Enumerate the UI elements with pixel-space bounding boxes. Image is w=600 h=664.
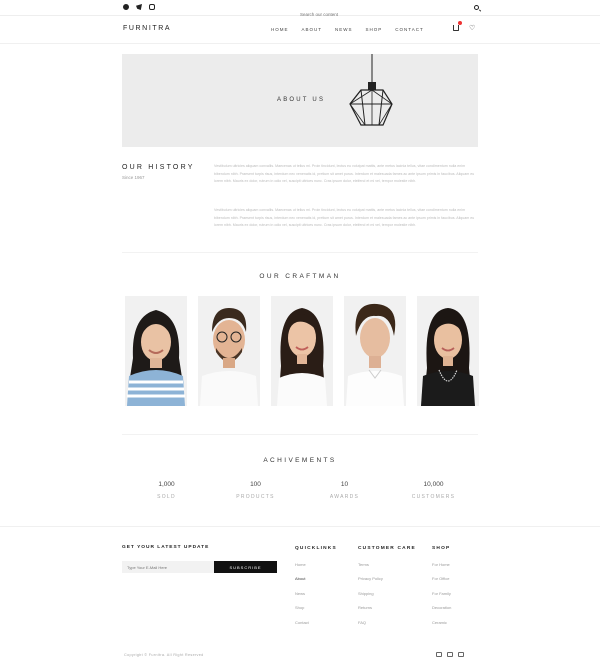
stat-value: 1,000: [158, 481, 175, 488]
footer-link-terms[interactable]: Terms: [358, 562, 416, 576]
stat-value: 10: [340, 481, 349, 488]
nav-news[interactable]: NEWS: [335, 27, 353, 32]
top-bar: [0, 0, 600, 20]
cart-badge: [458, 21, 462, 25]
instagram-icon[interactable]: [149, 4, 155, 10]
search-icon[interactable]: [474, 5, 479, 10]
footer-link-home[interactable]: Home: [295, 562, 337, 576]
stat-label: PRODUCTS: [236, 494, 275, 500]
nav-shop[interactable]: SHOP: [366, 27, 383, 32]
craftman-photo[interactable]: [271, 296, 333, 406]
achievements-title: ACHIVEMENTS: [263, 457, 337, 464]
stat-value: 10,000: [423, 481, 444, 488]
stat-label: CUSTOMERS: [411, 494, 456, 500]
newsletter-email-input[interactable]: [122, 561, 214, 573]
stat-sold: 1,000 SOLD: [122, 481, 211, 500]
craftman-photo[interactable]: [344, 296, 406, 406]
twitter-icon[interactable]: [136, 4, 142, 10]
pendant-lamp-image: [349, 54, 393, 126]
footer-link-privacy[interactable]: Privacy Policy: [358, 576, 416, 590]
footer-link-contact[interactable]: Contact: [295, 620, 337, 634]
footer-link-shop[interactable]: Shop: [295, 605, 337, 619]
copyright-text: Copyright © Furnitra. All Right Reserved: [124, 653, 204, 657]
footer-link-news[interactable]: News: [295, 591, 337, 605]
cart-icon[interactable]: [453, 21, 462, 31]
craftman-photo[interactable]: [125, 296, 187, 406]
footer-link-returns[interactable]: Returns: [358, 605, 416, 619]
footer-link-about[interactable]: About: [295, 576, 337, 590]
stat-value: 100: [250, 481, 261, 488]
newsletter-title: GET YOUR LATEST UPDATE: [122, 545, 210, 550]
footer-customer-care: CUSTOMER CARE Terms Privacy Policy Shipp…: [358, 546, 416, 634]
divider: [122, 252, 478, 253]
footer-divider: [0, 526, 600, 527]
footer-column-title: SHOP: [432, 546, 451, 551]
craftman-title: OUR CRAFTMAN: [259, 273, 341, 280]
footer-link-shipping[interactable]: Shipping: [358, 591, 416, 605]
stat-label: SOLD: [157, 494, 176, 500]
history-since: Since 1967: [122, 175, 145, 180]
craftman-gallery: [125, 296, 479, 406]
footer-link-for-home[interactable]: For Home: [432, 562, 451, 576]
subscribe-button[interactable]: SUBSCRIBE: [214, 561, 277, 573]
nav-home[interactable]: HOME: [271, 27, 289, 32]
footer-link-faq[interactable]: FAQ: [358, 620, 416, 634]
search-box: [300, 3, 480, 20]
nav-contact[interactable]: CONTACT: [395, 27, 423, 32]
footer-link-ceramic[interactable]: Ceramic: [432, 620, 451, 634]
history-title: OUR HISTORY: [122, 164, 195, 171]
footer-shop: SHOP For Home For Office For Family Deco…: [432, 546, 451, 634]
footer-link-decoration[interactable]: Decoration: [432, 605, 451, 619]
logo[interactable]: FURNITRA: [123, 25, 171, 32]
footer-link-for-family[interactable]: For Family: [432, 591, 451, 605]
facebook-icon[interactable]: [123, 4, 129, 10]
divider: [122, 434, 478, 435]
craftman-photo[interactable]: [417, 296, 479, 406]
banner-title: ABOUT US: [277, 97, 326, 103]
stat-label: AWARDS: [329, 494, 360, 500]
footer-column-title: QUICKLINKS: [295, 546, 337, 551]
header: FURNITRA HOME ABOUT NEWS SHOP CONTACT ♡: [0, 16, 600, 44]
achievements-stats: 1,000 SOLD 100 PRODUCTS 10 AWARDS 10,000…: [122, 481, 478, 500]
main-nav: HOME ABOUT NEWS SHOP CONTACT: [271, 27, 437, 32]
craftman-photo[interactable]: [198, 296, 260, 406]
footer-link-for-office[interactable]: For Office: [432, 576, 451, 590]
about-banner: ABOUT US: [122, 54, 478, 147]
card-icon: [458, 652, 464, 657]
footer-column-title: CUSTOMER CARE: [358, 546, 416, 551]
card-icon: [447, 652, 453, 657]
stat-awards: 10 AWARDS: [300, 481, 389, 500]
stat-customers: 10,000 CUSTOMERS: [389, 481, 478, 500]
wishlist-heart-icon[interactable]: ♡: [469, 25, 475, 32]
nav-about[interactable]: ABOUT: [302, 27, 323, 32]
history-paragraph: Vestibulum ultricies aliquam convallis. …: [214, 164, 475, 184]
social-links: [123, 4, 155, 10]
footer-quicklinks: QUICKLINKS Home About News Shop Contact: [295, 546, 337, 634]
stat-products: 100 PRODUCTS: [211, 481, 300, 500]
history-paragraph: Vestibulum ultricies aliquam convallis. …: [214, 208, 475, 228]
card-icon: [436, 652, 442, 657]
